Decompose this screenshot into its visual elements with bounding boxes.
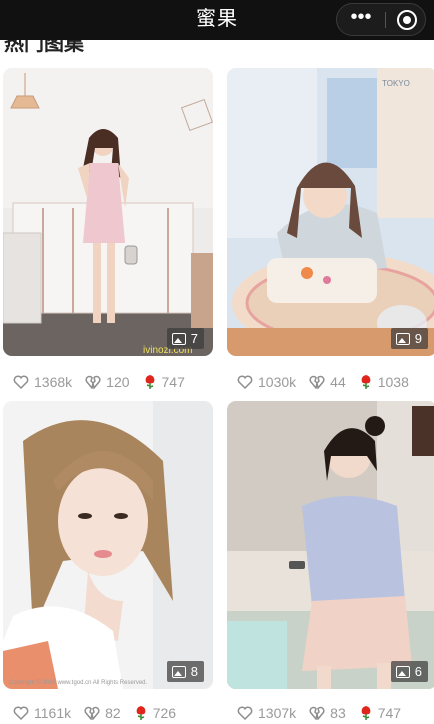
gallery-card-2[interactable]: TOKYO 9 [227,68,434,356]
broken-heart-stat[interactable]: 44 [309,374,346,390]
svg-text:TOKYO: TOKYO [382,79,410,88]
broken-heart-icon [85,375,101,389]
card-stats: 1307k 83 747 [237,703,414,723]
heart-icon [13,375,29,389]
like-count: 1307k [258,705,297,721]
broken-heart-count: 83 [330,705,346,721]
broken-heart-stat[interactable]: 120 [85,374,130,390]
rose-count: 1038 [377,374,409,390]
rose-stat[interactable]: 1038 [359,374,409,390]
photo-image [227,401,434,689]
heart-icon [13,706,29,720]
like-stat[interactable]: 1307k [237,705,296,721]
image-count-badge: 9 [390,328,428,349]
broken-heart-icon [84,706,100,720]
gallery-photo[interactable]: TOKYO 9 [227,68,434,356]
rose-icon [361,706,371,720]
card-stats: 1161k 82 726 [13,703,189,723]
more-menu-button[interactable]: ••• [337,4,385,35]
mini-program-capsule: ••• [336,3,426,36]
broken-heart-stat[interactable]: 82 [84,705,121,721]
image-count: 7 [190,331,198,346]
gallery-card-3[interactable]: Copyright © 2016 www.tgod.cn All Rights … [3,401,213,689]
image-icon [395,665,410,678]
like-count: 1030k [258,374,297,390]
image-count-badge: 7 [166,328,204,349]
rose-stat[interactable]: 747 [143,374,185,390]
rose-icon [361,375,371,389]
rose-stat[interactable]: 747 [359,705,401,721]
svg-text:Copyright © 2016 www.tgod.cn A: Copyright © 2016 www.tgod.cn All Rights … [9,679,147,686]
broken-heart-stat[interactable]: 83 [309,705,346,721]
broken-heart-icon [309,375,325,389]
photo-image: Copyright © 2016 www.tgod.cn All Rights … [3,401,213,689]
heart-icon [237,375,253,389]
gallery-card-1[interactable]: ivinozi.com 7 [3,68,213,356]
photo-image: TOKYO [227,68,434,356]
like-stat[interactable]: 1368k [13,374,72,390]
rose-icon [145,375,154,389]
like-stat[interactable]: 1161k [13,705,71,721]
image-count: 9 [414,331,422,346]
image-count-badge: 6 [390,661,428,682]
like-count: 1368k [34,374,73,390]
image-icon [171,332,186,345]
card-stats: 1030k 44 1038 [237,372,422,392]
photo-image: ivinozi.com [3,68,213,356]
rose-stat[interactable]: 726 [134,705,176,721]
gallery-photo[interactable]: ivinozi.com 7 [3,68,213,356]
broken-heart-count: 44 [330,374,346,390]
image-count: 8 [190,664,198,679]
rose-count: 726 [152,705,177,721]
broken-heart-icon [309,706,325,720]
gallery-card-4[interactable]: 6 [227,401,434,689]
image-icon [171,665,186,678]
broken-heart-count: 120 [106,374,130,390]
rose-count: 747 [161,374,185,390]
like-count: 1161k [34,705,72,721]
rose-icon [136,706,146,720]
image-count: 6 [414,664,422,679]
broken-heart-count: 82 [105,705,121,721]
rose-count: 747 [377,705,402,721]
capsule-divider [385,12,386,28]
like-stat[interactable]: 1030k [237,374,296,390]
heart-icon [237,706,253,720]
gallery-photo[interactable]: Copyright © 2016 www.tgod.cn All Rights … [3,401,213,689]
close-mini-program-button[interactable] [397,10,417,30]
image-icon [395,332,410,345]
title-bar: 蜜果 ••• [0,0,434,40]
gallery-photo[interactable]: 6 [227,401,434,689]
image-count-badge: 8 [166,661,204,682]
card-stats: 1368k 120 747 [13,372,198,392]
